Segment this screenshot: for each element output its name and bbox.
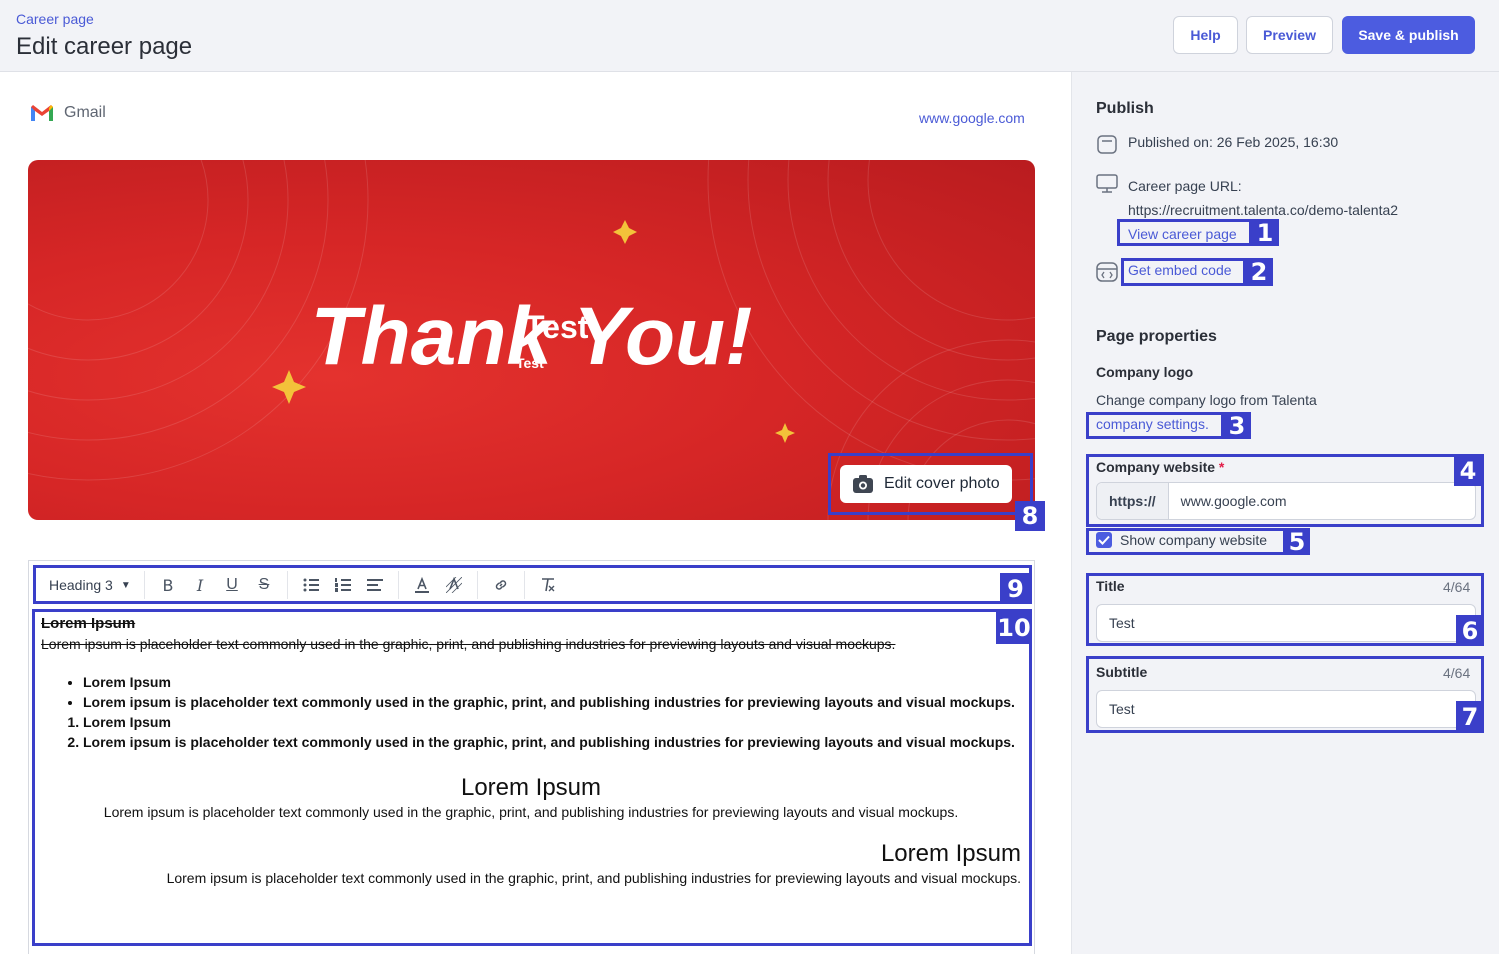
annotation-label: 5 — [1284, 528, 1310, 556]
annotation-box — [1086, 656, 1484, 733]
breadcrumb[interactable]: Career page — [16, 11, 94, 27]
published-on-text: Published on: 26 Feb 2025, 16:30 — [1128, 134, 1339, 150]
company-name: Gmail — [64, 104, 106, 121]
annotation-box — [1121, 258, 1246, 286]
annotation-box — [1086, 573, 1484, 646]
annotation-box — [32, 609, 1032, 946]
gmail-logo-icon — [31, 105, 53, 121]
company-logo-text: Change company logo from Talenta — [1096, 392, 1317, 408]
annotation-box — [1086, 412, 1224, 439]
page-properties-heading: Page properties — [1096, 328, 1217, 345]
annotation-label: 10 — [996, 611, 1032, 644]
annotation-label: 6 — [1456, 615, 1484, 646]
annotation-label: 1 — [1251, 219, 1279, 247]
cover-title: Test — [525, 309, 589, 345]
page-title: Edit career page — [16, 33, 193, 60]
publish-heading: Publish — [1096, 100, 1154, 117]
published-on-row: Published on: 26 Feb 2025, 16:30 — [1096, 134, 1338, 154]
annotation-label: 8 — [1015, 501, 1045, 531]
save-publish-button[interactable]: Save & publish — [1342, 16, 1475, 54]
annotation-box — [1086, 528, 1286, 555]
annotation-box — [828, 453, 1033, 515]
calendar-icon — [1097, 135, 1117, 154]
annotation-label: 4 — [1454, 456, 1482, 486]
company-website-link[interactable]: www.google.com — [919, 110, 1025, 126]
annotation-box — [33, 565, 1032, 604]
cover-subtitle: Test — [516, 355, 544, 371]
embed-code-icon — [1096, 262, 1118, 282]
help-button[interactable]: Help — [1173, 16, 1238, 54]
annotation-box — [1117, 219, 1252, 246]
annotation-label: 7 — [1456, 701, 1484, 733]
annotation-label: 3 — [1223, 412, 1251, 440]
preview-button[interactable]: Preview — [1246, 16, 1333, 54]
annotation-box — [1086, 454, 1484, 527]
annotation-label: 9 — [1000, 573, 1031, 604]
top-bar: Career page Edit career page Help Previe… — [0, 0, 1499, 72]
monitor-icon — [1096, 174, 1118, 193]
career-url-label: Career page URL: — [1128, 178, 1242, 194]
company-logo-label: Company logo — [1096, 364, 1194, 380]
brand-row: Gmail — [30, 104, 106, 122]
annotation-label: 2 — [1245, 258, 1273, 286]
